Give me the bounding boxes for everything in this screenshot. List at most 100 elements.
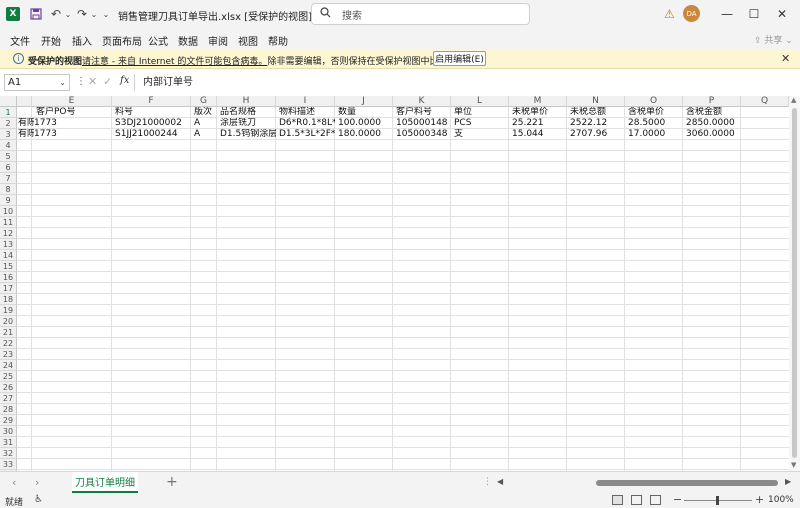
zoom-level[interactable]: 100% xyxy=(768,495,794,505)
more-icon[interactable]: ⋮ xyxy=(483,477,492,487)
minimize-icon[interactable]: — xyxy=(717,4,737,24)
cell-i3[interactable]: D1.5*3L*2F*D xyxy=(277,129,335,140)
row-header[interactable]: 13 xyxy=(0,239,17,250)
name-box[interactable]: A1 ⌄ xyxy=(4,74,70,91)
vertical-scrollbar[interactable]: ▲ ▼ xyxy=(789,96,800,471)
column-header-i[interactable]: I xyxy=(276,96,335,107)
chevron-down-icon[interactable]: ⌄ xyxy=(59,75,66,90)
cell-o3[interactable]: 17.0000 xyxy=(626,129,683,140)
scroll-right-icon[interactable]: ▶ xyxy=(785,477,791,486)
column-header-p[interactable]: P xyxy=(683,96,741,107)
menu-page-layout[interactable]: 页面布局 xyxy=(102,33,142,48)
column-header-f[interactable]: F xyxy=(112,96,191,107)
cell-o1[interactable]: 含税单价 xyxy=(626,107,683,118)
row-header[interactable]: 6 xyxy=(0,162,17,173)
close-icon[interactable]: ✕ xyxy=(772,4,792,24)
row-header[interactable]: 17 xyxy=(0,283,17,294)
row-header[interactable]: 24 xyxy=(0,360,17,371)
avatar[interactable]: DA xyxy=(683,5,700,22)
row-header[interactable]: 21 xyxy=(0,327,17,338)
column-header-a[interactable] xyxy=(17,96,32,107)
cell-j3[interactable]: 180.0000 xyxy=(336,129,393,140)
cell-n2[interactable]: 2522.12 xyxy=(568,118,625,129)
row-header[interactable]: 20 xyxy=(0,316,17,327)
column-header-h[interactable]: H xyxy=(217,96,276,107)
column-header-q[interactable]: Q xyxy=(741,96,789,107)
row-header[interactable]: 8 xyxy=(0,184,17,195)
cell-j2[interactable]: 100.0000 xyxy=(336,118,393,129)
row-header[interactable]: 25 xyxy=(0,371,17,382)
menu-formulas[interactable]: 公式 xyxy=(148,33,168,48)
menu-insert[interactable]: 插入 xyxy=(72,33,92,48)
select-all-corner[interactable] xyxy=(0,96,17,107)
row-header[interactable]: 29 xyxy=(0,415,17,426)
row-header[interactable]: 16 xyxy=(0,272,17,283)
cell-n1[interactable]: 未税总额 xyxy=(568,107,625,118)
row-header[interactable]: 15 xyxy=(0,261,17,272)
cell-e3[interactable]: 1773 xyxy=(32,129,112,140)
cell-m3[interactable]: 15.044 xyxy=(510,129,567,140)
customize-toolbar-icon[interactable]: ⌄ xyxy=(98,6,114,22)
add-sheet-button[interactable]: + xyxy=(166,474,178,490)
menu-view[interactable]: 视图 xyxy=(238,33,258,48)
row-header[interactable]: 31 xyxy=(0,437,17,448)
row-header[interactable]: 27 xyxy=(0,393,17,404)
row-header[interactable]: 11 xyxy=(0,217,17,228)
warning-icon[interactable]: ⚠ xyxy=(664,7,675,21)
cell-l1[interactable]: 单位 xyxy=(452,107,509,118)
cell-n3[interactable]: 2707.96 xyxy=(568,129,625,140)
spreadsheet-grid[interactable]: E F G H I J K L M N O P Q 1 2 3 4 5 6 7 8 9 10 11 1… xyxy=(0,96,789,471)
cell-h1[interactable]: 品名规格 xyxy=(218,107,276,118)
row-header[interactable]: 26 xyxy=(0,382,17,393)
horizontal-scroll-thumb[interactable] xyxy=(596,480,778,486)
menu-home[interactable]: 开始 xyxy=(41,33,61,48)
scroll-up-icon[interactable]: ▲ xyxy=(791,96,796,104)
chevron-left-icon[interactable]: ‹ xyxy=(12,476,16,489)
close-icon[interactable]: ✕ xyxy=(781,52,790,65)
row-header[interactable]: 30 xyxy=(0,426,17,437)
row-header[interactable]: 14 xyxy=(0,250,17,261)
cell-g1[interactable]: 版次 xyxy=(192,107,217,118)
cell-g3[interactable]: A xyxy=(192,129,217,140)
page-layout-view-icon[interactable] xyxy=(631,495,642,505)
column-header-o[interactable]: O xyxy=(625,96,683,107)
cell-j1[interactable]: 数量 xyxy=(336,107,393,118)
row-header[interactable]: 19 xyxy=(0,305,17,316)
chevron-right-icon[interactable]: › xyxy=(35,476,39,489)
row-header[interactable]: 22 xyxy=(0,338,17,349)
maximize-icon[interactable]: ☐ xyxy=(744,4,764,24)
scroll-down-icon[interactable]: ▼ xyxy=(791,461,796,469)
insert-function-button[interactable]: fx xyxy=(120,75,129,86)
row-header[interactable]: 5 xyxy=(0,151,17,162)
menu-review[interactable]: 审阅 xyxy=(208,33,228,48)
cell-e2[interactable]: 1773 xyxy=(32,118,112,129)
menu-data[interactable]: 数据 xyxy=(178,33,198,48)
column-header-l[interactable]: L xyxy=(451,96,509,107)
cell-l2[interactable]: PCS xyxy=(452,118,509,129)
row-header[interactable]: 7 xyxy=(0,173,17,184)
cell-i1[interactable]: 物料描述 xyxy=(277,107,335,118)
row-header[interactable]: 28 xyxy=(0,404,17,415)
save-icon[interactable] xyxy=(28,6,44,22)
cell-f3[interactable]: S1JJ21000244 xyxy=(113,129,191,140)
row-header[interactable]: 9 xyxy=(0,195,17,206)
accessibility-icon[interactable]: ♿ xyxy=(34,494,43,505)
row-header[interactable]: 4 xyxy=(0,140,17,151)
row-header[interactable]: 1 xyxy=(0,107,17,118)
sheet-tab-active[interactable]: 刀具订单明细 xyxy=(72,472,138,493)
cell-m1[interactable]: 未税单价 xyxy=(510,107,567,118)
cell-h3[interactable]: D1.5钨钢涂层 xyxy=(218,129,276,140)
column-header-g[interactable]: G xyxy=(191,96,217,107)
cell-f2[interactable]: S3DJ21000002 xyxy=(113,118,191,129)
page-break-view-icon[interactable] xyxy=(650,495,661,505)
row-header[interactable]: 12 xyxy=(0,228,17,239)
row-header[interactable]: 18 xyxy=(0,294,17,305)
cell-g2[interactable]: A xyxy=(192,118,217,129)
zoom-slider-thumb[interactable] xyxy=(716,496,719,505)
row-header[interactable]: 3 xyxy=(0,129,17,140)
cell-i2[interactable]: D6*R0.1*8L*4 xyxy=(277,118,335,129)
menu-file[interactable]: 文件 xyxy=(10,33,30,48)
column-header-k[interactable]: K xyxy=(393,96,451,107)
row-header[interactable]: 23 xyxy=(0,349,17,360)
cell-e1[interactable]: 客户PO号 xyxy=(34,107,112,118)
